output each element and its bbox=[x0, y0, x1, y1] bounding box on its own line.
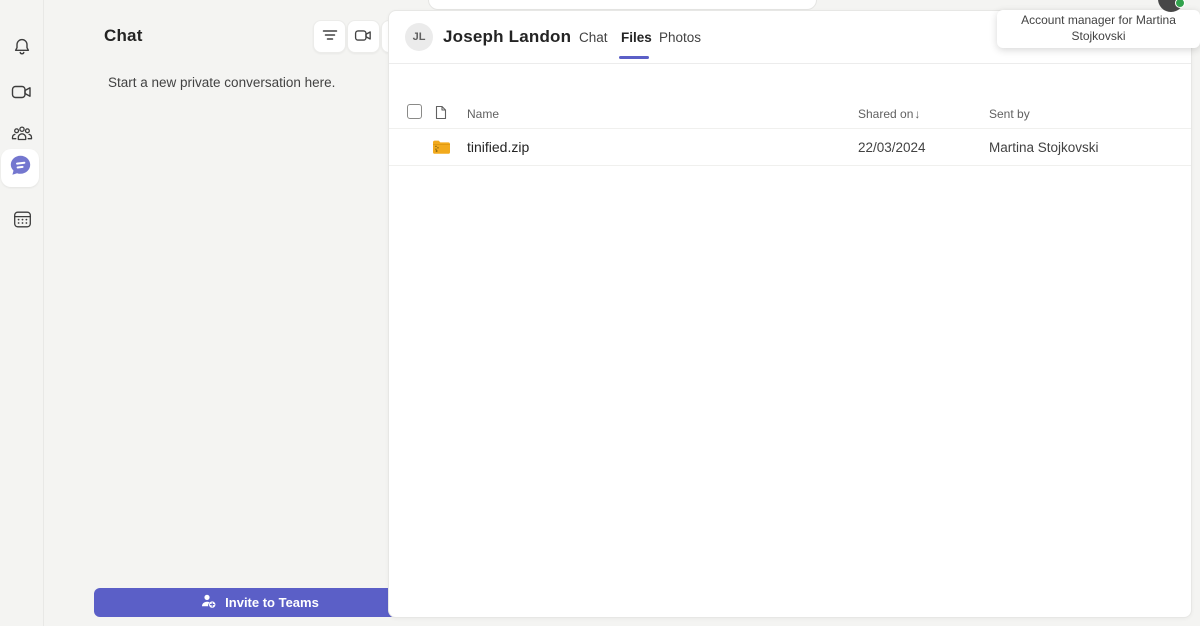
conversation-title: Joseph Landon bbox=[443, 27, 572, 46]
rail-item-meet[interactable] bbox=[0, 73, 44, 111]
chat-empty-state-text: Start a new private conversation here. bbox=[108, 75, 336, 90]
header-divider bbox=[389, 63, 1191, 64]
meet-now-button[interactable] bbox=[347, 20, 380, 53]
column-header-name[interactable]: Name bbox=[467, 107, 499, 121]
rail-item-calendar[interactable] bbox=[0, 200, 44, 238]
app-rail bbox=[0, 0, 44, 626]
tooltip-text: Account manager for Martina Stojkovski bbox=[1021, 13, 1176, 43]
filter-button[interactable] bbox=[313, 20, 346, 53]
video-camera-icon bbox=[354, 28, 373, 46]
zip-folder-icon bbox=[432, 139, 451, 160]
bell-icon bbox=[12, 37, 32, 57]
rail-item-activity[interactable] bbox=[0, 28, 44, 66]
column-header-shared-on[interactable]: Shared on↓ bbox=[858, 107, 920, 121]
invite-to-teams-button[interactable]: Invite to Teams bbox=[94, 588, 425, 617]
video-camera-icon bbox=[11, 83, 33, 101]
column-header-sent-by[interactable]: Sent by bbox=[989, 107, 1030, 121]
avatar[interactable]: JL bbox=[405, 23, 433, 51]
people-icon bbox=[11, 124, 33, 144]
search-bar[interactable] bbox=[428, 0, 817, 10]
sort-descending-icon: ↓ bbox=[914, 107, 921, 121]
rail-item-chat[interactable] bbox=[1, 149, 39, 187]
chat-panel-title: Chat bbox=[104, 26, 143, 45]
rail-item-community[interactable] bbox=[0, 115, 44, 153]
tab-chat[interactable]: Chat bbox=[579, 30, 608, 45]
presence-available-indicator bbox=[1175, 0, 1185, 8]
file-type-column-icon bbox=[435, 105, 447, 125]
teams-window: Chat Start a new private conversation he… bbox=[0, 0, 1200, 626]
chat-list-panel: Chat Start a new private conversation he… bbox=[44, 0, 425, 626]
tooltip: Account manager for Martina Stojkovski bbox=[997, 10, 1200, 48]
select-all-checkbox[interactable] bbox=[407, 104, 422, 119]
file-name: tinified.zip bbox=[467, 139, 530, 155]
invite-to-teams-label: Invite to Teams bbox=[225, 595, 319, 610]
tab-files[interactable]: Files bbox=[621, 30, 652, 45]
file-row[interactable]: tinified.zip 22/03/2024 Martina Stojkovs… bbox=[389, 129, 1191, 166]
conversation-panel: JL Joseph Landon Chat Files Photos Name … bbox=[388, 10, 1192, 618]
chat-bubble-icon bbox=[9, 154, 32, 182]
tab-photos[interactable]: Photos bbox=[659, 30, 701, 45]
file-shared-on: 22/03/2024 bbox=[858, 140, 926, 155]
avatar-initials: JL bbox=[412, 31, 426, 43]
person-add-icon bbox=[200, 593, 217, 612]
active-tab-indicator bbox=[619, 56, 649, 59]
calendar-icon bbox=[13, 210, 32, 229]
filter-icon bbox=[322, 28, 338, 45]
file-sent-by: Martina Stojkovski bbox=[989, 140, 1099, 155]
